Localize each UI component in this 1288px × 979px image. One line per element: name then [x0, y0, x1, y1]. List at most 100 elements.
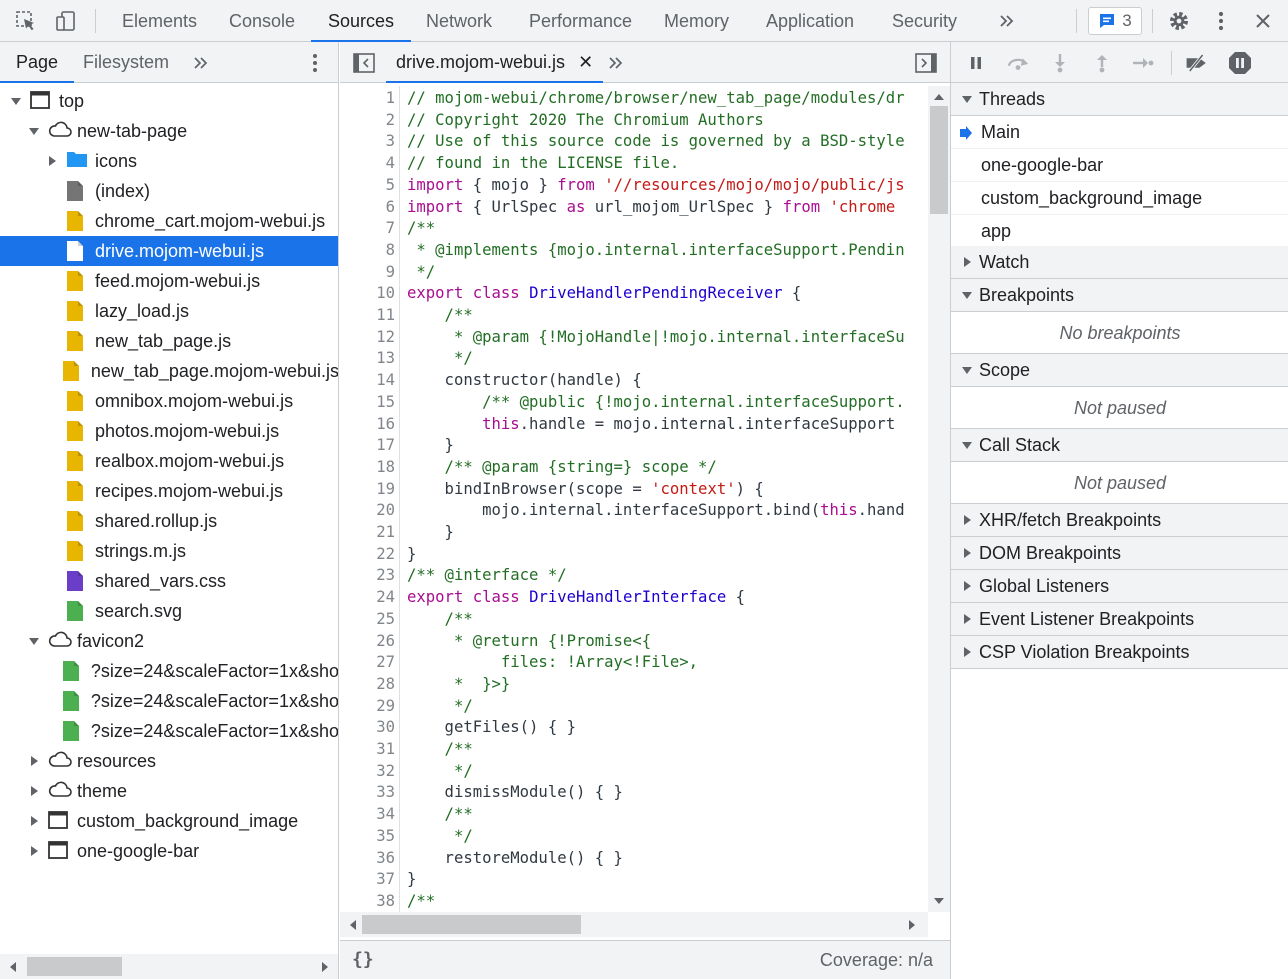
breakpoints-section-header[interactable]: Breakpoints — [951, 279, 1288, 312]
line-number[interactable]: 35 — [340, 826, 395, 847]
line-number[interactable]: 15 — [340, 392, 395, 413]
csp-violation-breakpoints-section-header[interactable]: CSP Violation Breakpoints — [951, 636, 1288, 669]
line-number[interactable]: 8 — [340, 240, 395, 261]
line-number[interactable]: 26 — [340, 631, 395, 652]
line-number[interactable]: 29 — [340, 696, 395, 717]
deactivate-breakpoints-icon[interactable] — [1185, 51, 1209, 75]
scrollbar-thumb[interactable] — [930, 106, 948, 214]
tree-item[interactable]: ?size=24&scaleFactor=1x&sho — [0, 716, 338, 746]
line-number[interactable]: 33 — [340, 782, 395, 803]
step-over-icon[interactable] — [1006, 51, 1030, 75]
xhr-fetch-breakpoints-section-header[interactable]: XHR/fetch Breakpoints — [951, 504, 1288, 537]
tree-item[interactable]: realbox.mojom-webui.js — [0, 446, 338, 476]
more-tabs-icon[interactable] — [189, 51, 213, 75]
tree-item[interactable]: theme — [0, 776, 338, 806]
tree-item[interactable]: new_tab_page.mojom-webui.js — [0, 356, 338, 386]
line-number[interactable]: 32 — [340, 761, 395, 782]
line-number[interactable]: 14 — [340, 370, 395, 391]
line-number[interactable]: 18 — [340, 457, 395, 478]
line-number[interactable]: 10 — [340, 283, 395, 304]
thread-item[interactable]: custom_background_image — [951, 182, 1288, 215]
tab-performance[interactable]: Performance — [529, 0, 632, 42]
step-into-icon[interactable] — [1048, 51, 1072, 75]
tree-item[interactable]: icons — [0, 146, 338, 176]
event-listener-breakpoints-section-header[interactable]: Event Listener Breakpoints — [951, 603, 1288, 636]
tab-console[interactable]: Console — [229, 0, 295, 42]
tab-application[interactable]: Application — [766, 0, 854, 42]
settings-gear-icon[interactable] — [1167, 9, 1191, 33]
more-tabs-icon[interactable] — [604, 51, 628, 75]
line-number[interactable]: 24 — [340, 587, 395, 608]
line-number[interactable]: 28 — [340, 674, 395, 695]
toggle-navigator-icon[interactable] — [352, 51, 376, 75]
collapse-triangle-icon[interactable] — [28, 815, 40, 827]
line-number[interactable]: 21 — [340, 522, 395, 543]
tree-item[interactable]: shared_vars.css — [0, 566, 338, 596]
line-number[interactable]: 20 — [340, 500, 395, 521]
line-number[interactable]: 4 — [340, 153, 395, 174]
pause-icon[interactable] — [964, 51, 988, 75]
tree-item[interactable]: omnibox.mojom-webui.js — [0, 386, 338, 416]
tree-item[interactable]: ?size=24&scaleFactor=1x&sho — [0, 686, 338, 716]
thread-item[interactable]: app — [951, 215, 1288, 248]
more-tabs-icon[interactable] — [995, 9, 1019, 33]
line-number[interactable]: 7 — [340, 218, 395, 239]
line-number[interactable]: 17 — [340, 435, 395, 456]
issues-badge[interactable]: 3 — [1088, 7, 1142, 35]
line-number[interactable]: 13 — [340, 348, 395, 369]
line-number[interactable]: 25 — [340, 609, 395, 630]
line-number[interactable]: 36 — [340, 848, 395, 869]
line-number[interactable]: 6 — [340, 197, 395, 218]
collapse-triangle-icon[interactable] — [46, 155, 58, 167]
more-options-icon[interactable] — [303, 51, 327, 75]
line-number[interactable]: 11 — [340, 305, 395, 326]
toggle-debugger-icon[interactable] — [914, 51, 938, 75]
tab-elements[interactable]: Elements — [122, 0, 197, 42]
tree-item[interactable]: photos.mojom-webui.js — [0, 416, 338, 446]
line-number[interactable]: 1 — [340, 88, 395, 109]
expand-triangle-icon[interactable] — [10, 95, 22, 107]
scrollbar-thumb[interactable] — [362, 915, 581, 934]
line-number[interactable]: 9 — [340, 262, 395, 283]
scope-section-header[interactable]: Scope — [951, 354, 1288, 387]
device-toolbar-icon[interactable] — [54, 9, 78, 33]
tree-item[interactable]: lazy_load.js — [0, 296, 338, 326]
tree-item[interactable]: recipes.mojom-webui.js — [0, 476, 338, 506]
tree-item[interactable]: one-google-bar — [0, 836, 338, 866]
expand-triangle-icon[interactable] — [28, 125, 40, 137]
tree-item[interactable]: new-tab-page — [0, 116, 338, 146]
tree-item[interactable]: search.svg — [0, 596, 338, 626]
line-number[interactable]: 19 — [340, 479, 395, 500]
tab-page[interactable]: Page — [0, 42, 75, 83]
inspect-element-icon[interactable] — [14, 9, 38, 33]
collapse-triangle-icon[interactable] — [28, 785, 40, 797]
call-stack-section-header[interactable]: Call Stack — [951, 429, 1288, 462]
pretty-print-button[interactable]: {} — [352, 949, 374, 970]
line-number[interactable]: 23 — [340, 565, 395, 586]
step-out-icon[interactable] — [1090, 51, 1114, 75]
line-number[interactable]: 30 — [340, 717, 395, 738]
line-number[interactable]: 16 — [340, 414, 395, 435]
line-number[interactable]: 34 — [340, 804, 395, 825]
tab-sources[interactable]: Sources — [311, 0, 412, 42]
step-icon[interactable] — [1131, 51, 1155, 75]
line-number[interactable]: 2 — [340, 110, 395, 131]
line-number[interactable]: 3 — [340, 131, 395, 152]
tab-memory[interactable]: Memory — [664, 0, 729, 42]
code-editor[interactable]: 1 // mojom-webui/chrome/browser/new_tab_p… — [340, 86, 928, 912]
thread-item[interactable]: Main — [951, 116, 1288, 149]
tree-item[interactable]: feed.mojom-webui.js — [0, 266, 338, 296]
line-number[interactable]: 37 — [340, 869, 395, 890]
line-number[interactable]: 5 — [340, 175, 395, 196]
tab-security[interactable]: Security — [892, 0, 957, 42]
tree-item[interactable]: ?size=24&scaleFactor=1x&sho — [0, 656, 338, 686]
collapse-triangle-icon[interactable] — [28, 845, 40, 857]
tree-item[interactable]: favicon2 — [0, 626, 338, 656]
close-icon[interactable] — [1251, 9, 1275, 33]
line-number[interactable]: 27 — [340, 652, 395, 673]
dom-breakpoints-section-header[interactable]: DOM Breakpoints — [951, 537, 1288, 570]
tree-item[interactable]: new_tab_page.js — [0, 326, 338, 356]
tab-network[interactable]: Network — [426, 0, 492, 42]
global-listeners-section-header[interactable]: Global Listeners — [951, 570, 1288, 603]
tree-item[interactable]: resources — [0, 746, 338, 776]
